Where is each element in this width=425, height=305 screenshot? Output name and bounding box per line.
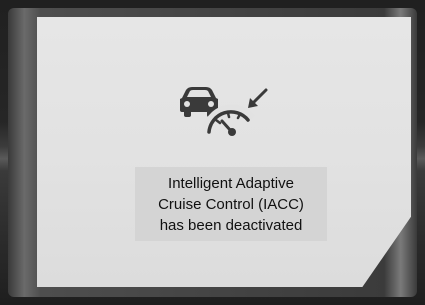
message-line-1: Intelligent Adaptive xyxy=(168,174,294,192)
message-line-2: Cruise Control (IACC) xyxy=(158,195,304,213)
message-line-3: has been deactivated xyxy=(159,216,303,234)
status-message-box: Intelligent Adaptive Cruise Control (IAC… xyxy=(135,167,327,241)
instrument-cluster-frame: Intelligent Adaptive Cruise Control (IAC… xyxy=(0,0,425,305)
speedometer-icon xyxy=(202,104,256,136)
arrow-icon xyxy=(248,88,268,108)
vehicle-info-display xyxy=(37,17,411,287)
iacc-speedometer-car-icon xyxy=(176,84,272,136)
